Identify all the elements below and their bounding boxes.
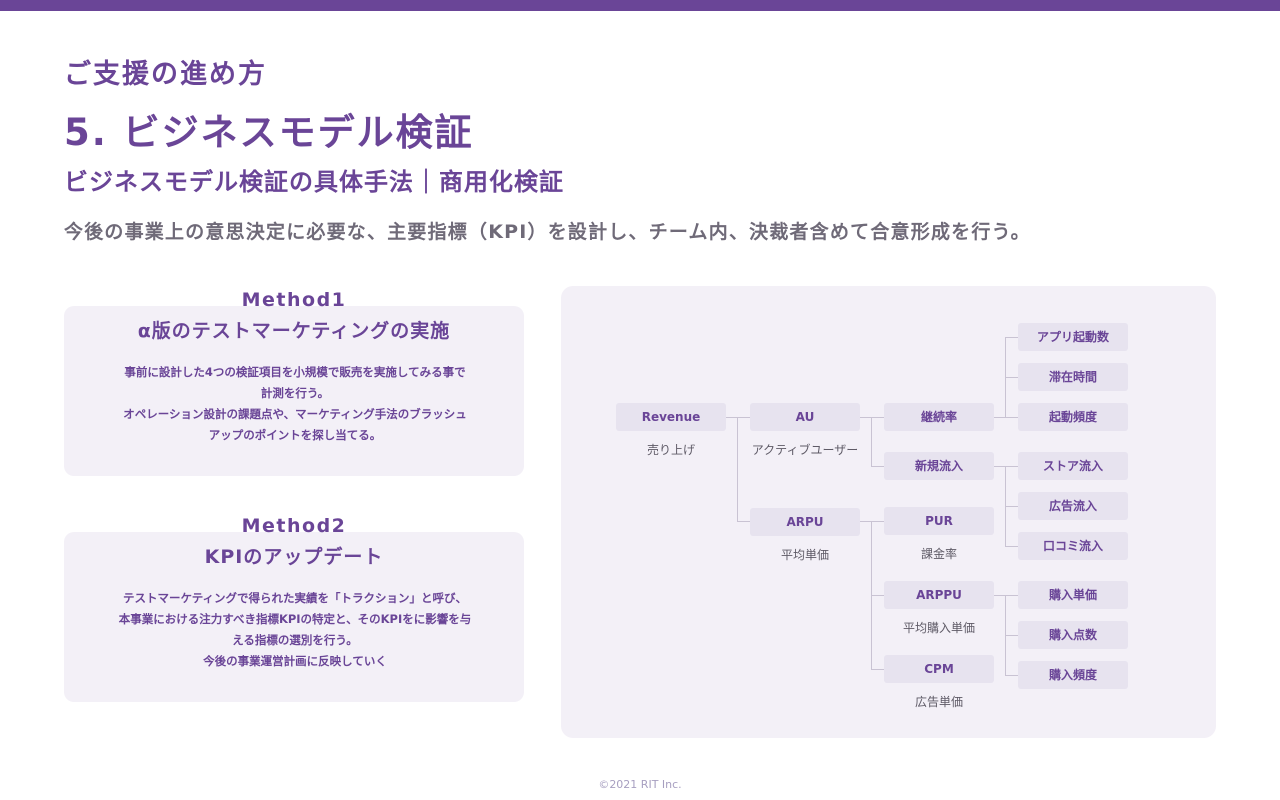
node-purchase-frequency: 購入頻度 — [1018, 661, 1128, 689]
connector — [871, 417, 872, 466]
method1-line: アップのポイントを探し当てる。 — [208, 428, 382, 442]
node-pur-caption: 課金率 — [920, 547, 957, 561]
connector — [871, 595, 884, 596]
lead-text: 今後の事業上の意思決定に必要な、主要指標（KPI）を設計し、チーム内、決裁者含め… — [64, 221, 1031, 243]
method2-heading: KPIのアップデート — [204, 546, 384, 568]
node-stay-time: 滞在時間 — [1018, 363, 1128, 391]
node-cpm-caption: 広告単価 — [914, 695, 963, 709]
section-kicker: ご支援の進め方 — [64, 59, 267, 90]
method2-line: 今後の事業運営計画に反映していく — [203, 654, 387, 668]
connector — [1005, 675, 1018, 676]
node-purchase-unit-price: 購入単価 — [1018, 581, 1128, 609]
node-arpu: ARPU — [750, 508, 860, 536]
node-au-caption: アクティブユーザー — [751, 443, 859, 457]
method2-label: Method2 — [241, 515, 347, 537]
node-launch-frequency: 起動頻度 — [1018, 403, 1128, 431]
method1-label: Method1 — [241, 289, 347, 311]
node-arppu: ARPPU — [884, 581, 994, 609]
node-store-inflow: ストア流入 — [1018, 452, 1128, 480]
page-subtitle: ビジネスモデル検証の具体手法｜商用化検証 — [64, 168, 564, 196]
node-retention: 継続率 — [884, 403, 994, 431]
connector — [1005, 546, 1018, 547]
node-ad-inflow: 広告流入 — [1018, 492, 1128, 520]
connector — [871, 417, 884, 418]
method1-heading: α版のテストマーケティングの実施 — [137, 320, 451, 342]
method2-line: テストマーケティングで得られた実績を「トラクション」と呼び、 — [122, 591, 468, 605]
node-new-inflow: 新規流入 — [884, 452, 994, 480]
method2-line: 本事業における注力すべき指標KPIの特定と、そのKPIをに影響を与 — [118, 612, 472, 626]
page-title: 5. ビジネスモデル検証 — [64, 111, 474, 154]
method1-description: 事前に設計した4つの検証項目を小規模で販売を実施してみる事で 計測を行う。 オペ… — [90, 362, 500, 446]
connector — [871, 466, 884, 467]
copyright: ©2021 RIT Inc. — [598, 778, 682, 791]
connector — [871, 521, 884, 522]
connector — [737, 521, 750, 522]
node-purchase-count: 購入点数 — [1018, 621, 1128, 649]
method1-line: オペレーション設計の課題点や、マーケティング手法のブラッシュ — [123, 407, 467, 421]
node-pur: PUR — [884, 507, 994, 535]
connector — [1005, 466, 1018, 467]
node-arpu-caption: 平均単価 — [780, 548, 829, 562]
node-au: AU — [750, 403, 860, 431]
method1-line: 事前に設計した4つの検証項目を小規模で販売を実施してみる事で — [124, 365, 466, 379]
connector — [1005, 506, 1018, 507]
node-arppu-caption: 平均購入単価 — [902, 621, 975, 635]
node-revenue-caption: 売り上げ — [646, 443, 695, 457]
node-revenue: Revenue — [616, 403, 726, 431]
method2-description: テストマーケティングで得られた実績を「トラクション」と呼び、 本事業における注力… — [90, 588, 500, 672]
method1-line: 計測を行う。 — [260, 386, 330, 400]
node-app-launches: アプリ起動数 — [1018, 323, 1128, 351]
top-accent-bar — [0, 0, 1280, 11]
node-cpm: CPM — [884, 655, 994, 683]
connector — [1005, 635, 1018, 636]
connector — [1005, 337, 1018, 338]
connector — [1005, 595, 1018, 596]
method2-line: える指標の選別を行う。 — [232, 633, 358, 647]
connector — [737, 417, 750, 418]
connector — [871, 669, 884, 670]
connector — [1005, 377, 1018, 378]
node-wom-inflow: 口コミ流入 — [1018, 532, 1128, 560]
connector — [737, 417, 738, 522]
connector — [1005, 417, 1018, 418]
